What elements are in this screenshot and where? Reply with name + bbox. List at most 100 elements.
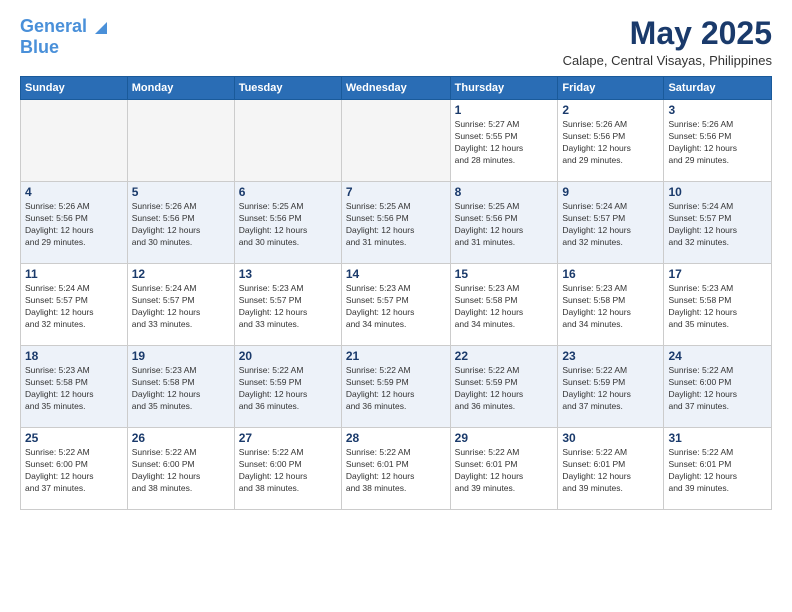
day-number: 19 [132,349,230,363]
calendar-cell [21,100,128,182]
calendar-cell: 2 Sunrise: 5:26 AM Sunset: 5:56 PM Daylig… [558,100,664,182]
day-info: Sunrise: 5:22 AM Sunset: 6:01 PM Dayligh… [562,447,659,495]
calendar-week-row: 18Sunrise: 5:23 AM Sunset: 5:58 PM Dayli… [21,346,772,428]
day-number: 29 [455,431,554,445]
day-info: Sunrise: 5:24 AM Sunset: 5:57 PM Dayligh… [25,283,123,331]
calendar-day-header: Tuesday [234,77,341,100]
day-number: 6 [239,185,337,199]
calendar-cell: 7Sunrise: 5:25 AM Sunset: 5:56 PM Daylig… [341,182,450,264]
calendar-cell: 28 Sunrise: 5:22 AM Sunset: 6:01 PM Dayli… [341,428,450,510]
day-info: Sunrise: 5:22 AM Sunset: 5:59 PM Dayligh… [455,365,554,413]
day-info: Sunrise: 5:23 AM Sunset: 5:58 PM Dayligh… [25,365,123,413]
calendar-week-row: 4 Sunrise: 5:26 AM Sunset: 5:56 PM Daylig… [21,182,772,264]
calendar-cell: 1 Sunrise: 5:27 AM Sunset: 5:55 PM Daylig… [450,100,558,182]
day-number: 25 [25,431,123,445]
month-title: May 2025 [563,16,772,51]
day-number: 16 [562,267,659,281]
calendar-cell: 18Sunrise: 5:23 AM Sunset: 5:58 PM Dayli… [21,346,128,428]
day-number: 4 [25,185,123,199]
day-number: 8 [455,185,554,199]
calendar-cell [127,100,234,182]
day-number: 28 [346,431,446,445]
logo-text-line2: Blue [20,38,111,58]
day-info: Sunrise: 5:22 AM Sunset: 5:59 PM Dayligh… [239,365,337,413]
day-number: 5 [132,185,230,199]
calendar-cell: 14Sunrise: 5:23 AM Sunset: 5:57 PM Dayli… [341,264,450,346]
calendar-week-row: 11Sunrise: 5:24 AM Sunset: 5:57 PM Dayli… [21,264,772,346]
day-info: Sunrise: 5:22 AM Sunset: 5:59 PM Dayligh… [346,365,446,413]
calendar-cell: 25 Sunrise: 5:22 AM Sunset: 6:00 PM Dayli… [21,428,128,510]
page: General Blue May 2025 Calape, Central Vi… [0,0,792,612]
day-number: 26 [132,431,230,445]
day-number: 9 [562,185,659,199]
day-info: Sunrise: 5:22 AM Sunset: 6:01 PM Dayligh… [346,447,446,495]
day-info: Sunrise: 5:22 AM Sunset: 6:01 PM Dayligh… [455,447,554,495]
calendar-day-header: Thursday [450,77,558,100]
logo-text-line1: General [20,17,87,37]
day-info: Sunrise: 5:22 AM Sunset: 5:59 PM Dayligh… [562,365,659,413]
day-info: Sunrise: 5:22 AM Sunset: 6:00 PM Dayligh… [132,447,230,495]
day-number: 13 [239,267,337,281]
calendar-cell: 6 Sunrise: 5:25 AM Sunset: 5:56 PM Daylig… [234,182,341,264]
day-number: 23 [562,349,659,363]
day-number: 20 [239,349,337,363]
day-number: 17 [668,267,767,281]
day-number: 31 [668,431,767,445]
calendar-table: SundayMondayTuesdayWednesdayThursdayFrid… [20,76,772,510]
calendar-cell: 5 Sunrise: 5:26 AM Sunset: 5:56 PM Daylig… [127,182,234,264]
calendar-cell [234,100,341,182]
day-info: Sunrise: 5:25 AM Sunset: 5:56 PM Dayligh… [346,201,446,249]
calendar-cell: 26 Sunrise: 5:22 AM Sunset: 6:00 PM Dayli… [127,428,234,510]
day-info: Sunrise: 5:25 AM Sunset: 5:56 PM Dayligh… [239,201,337,249]
calendar-cell: 10 Sunrise: 5:24 AM Sunset: 5:57 PM Dayli… [664,182,772,264]
calendar-day-header: Sunday [21,77,128,100]
day-number: 2 [562,103,659,117]
day-info: Sunrise: 5:26 AM Sunset: 5:56 PM Dayligh… [562,119,659,167]
day-number: 14 [346,267,446,281]
day-info: Sunrise: 5:26 AM Sunset: 5:56 PM Dayligh… [668,119,767,167]
day-number: 24 [668,349,767,363]
day-info: Sunrise: 5:26 AM Sunset: 5:56 PM Dayligh… [132,201,230,249]
calendar-cell: 3 Sunrise: 5:26 AM Sunset: 5:56 PM Daylig… [664,100,772,182]
day-number: 12 [132,267,230,281]
day-info: Sunrise: 5:27 AM Sunset: 5:55 PM Dayligh… [455,119,554,167]
day-number: 22 [455,349,554,363]
calendar-week-row: 25 Sunrise: 5:22 AM Sunset: 6:00 PM Dayli… [21,428,772,510]
day-number: 3 [668,103,767,117]
day-info: Sunrise: 5:25 AM Sunset: 5:56 PM Dayligh… [455,201,554,249]
day-info: Sunrise: 5:22 AM Sunset: 6:00 PM Dayligh… [239,447,337,495]
day-info: Sunrise: 5:23 AM Sunset: 5:57 PM Dayligh… [239,283,337,331]
calendar-day-header: Wednesday [341,77,450,100]
calendar-cell: 24Sunrise: 5:22 AM Sunset: 6:00 PM Dayli… [664,346,772,428]
calendar-cell: 30 Sunrise: 5:22 AM Sunset: 6:01 PM Dayli… [558,428,664,510]
calendar-cell: 11Sunrise: 5:24 AM Sunset: 5:57 PM Dayli… [21,264,128,346]
calendar-cell: 29 Sunrise: 5:22 AM Sunset: 6:01 PM Dayli… [450,428,558,510]
logo: General Blue [20,16,111,58]
day-number: 30 [562,431,659,445]
day-info: Sunrise: 5:22 AM Sunset: 6:01 PM Dayligh… [668,447,767,495]
day-number: 21 [346,349,446,363]
calendar-cell: 16 Sunrise: 5:23 AM Sunset: 5:58 PM Dayli… [558,264,664,346]
day-info: Sunrise: 5:24 AM Sunset: 5:57 PM Dayligh… [668,201,767,249]
calendar-day-header: Friday [558,77,664,100]
calendar-cell [341,100,450,182]
calendar-cell: 9 Sunrise: 5:24 AM Sunset: 5:57 PM Daylig… [558,182,664,264]
calendar-day-header: Saturday [664,77,772,100]
calendar-cell: 19 Sunrise: 5:23 AM Sunset: 5:58 PM Dayli… [127,346,234,428]
title-area: May 2025 Calape, Central Visayas, Philip… [563,16,772,68]
day-info: Sunrise: 5:26 AM Sunset: 5:56 PM Dayligh… [25,201,123,249]
calendar-cell: 23 Sunrise: 5:22 AM Sunset: 5:59 PM Dayli… [558,346,664,428]
calendar-cell: 8 Sunrise: 5:25 AM Sunset: 5:56 PM Daylig… [450,182,558,264]
day-info: Sunrise: 5:23 AM Sunset: 5:58 PM Dayligh… [132,365,230,413]
logo-icon [89,16,111,38]
day-info: Sunrise: 5:22 AM Sunset: 6:00 PM Dayligh… [25,447,123,495]
day-info: Sunrise: 5:23 AM Sunset: 5:58 PM Dayligh… [562,283,659,331]
day-info: Sunrise: 5:24 AM Sunset: 5:57 PM Dayligh… [562,201,659,249]
day-number: 1 [455,103,554,117]
calendar-cell: 17Sunrise: 5:23 AM Sunset: 5:58 PM Dayli… [664,264,772,346]
calendar-cell: 22 Sunrise: 5:22 AM Sunset: 5:59 PM Dayli… [450,346,558,428]
calendar-cell: 4 Sunrise: 5:26 AM Sunset: 5:56 PM Daylig… [21,182,128,264]
calendar-cell: 21 Sunrise: 5:22 AM Sunset: 5:59 PM Dayli… [341,346,450,428]
day-number: 10 [668,185,767,199]
calendar-cell: 20 Sunrise: 5:22 AM Sunset: 5:59 PM Dayli… [234,346,341,428]
